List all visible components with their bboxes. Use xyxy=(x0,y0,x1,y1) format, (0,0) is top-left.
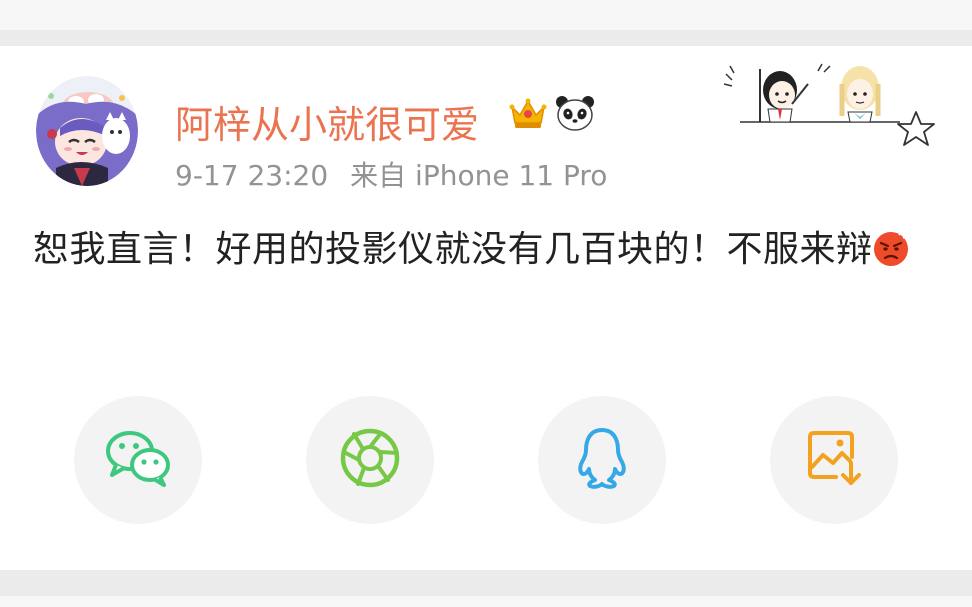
post-meta: 9-17 23:20 来自 iPhone 11 Pro xyxy=(175,154,607,194)
bottom-strip xyxy=(0,596,972,607)
share-moments-button[interactable] xyxy=(306,396,434,524)
share-wechat-button[interactable] xyxy=(74,396,202,524)
post-card: 阿梓从小就很可爱 9-17 23:20 来自 iPhone 11 Pro 恕我直… xyxy=(0,46,972,570)
save-image-icon xyxy=(806,429,862,491)
post-text-content: 恕我直言！好用的投影仪就没有几百块的！不服来辩 xyxy=(33,229,873,270)
post-text: 恕我直言！好用的投影仪就没有几百块的！不服来辩 xyxy=(33,221,943,279)
card-decoration xyxy=(720,54,945,149)
panda-icon[interactable] xyxy=(554,93,596,133)
post-time: 9-17 23:20 xyxy=(175,159,329,192)
username[interactable]: 阿梓从小就很可爱 xyxy=(175,94,479,149)
bottom-divider xyxy=(0,570,972,596)
post-source[interactable]: 来自 iPhone 11 Pro xyxy=(350,159,607,192)
save-image-button[interactable] xyxy=(770,396,898,524)
crown-icon[interactable] xyxy=(508,93,548,133)
top-divider xyxy=(0,30,972,46)
angry-emoji-icon xyxy=(873,227,909,266)
wechat-icon xyxy=(104,429,172,491)
top-strip xyxy=(0,0,972,30)
moments-icon xyxy=(339,427,401,493)
share-qq-button[interactable] xyxy=(538,396,666,524)
avatar[interactable] xyxy=(36,76,138,186)
qq-icon xyxy=(576,426,628,494)
